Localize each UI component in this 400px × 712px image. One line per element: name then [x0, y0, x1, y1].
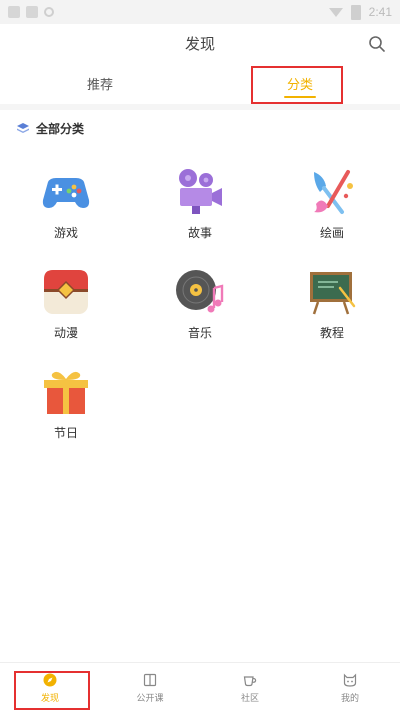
- nav-mine[interactable]: 我的: [300, 663, 400, 712]
- category-festival[interactable]: 节日: [16, 366, 116, 441]
- category-label: 绘画: [319, 226, 344, 240]
- film-camera-icon: [179, 169, 222, 214]
- category-label: 节日: [53, 426, 78, 440]
- paint-brush-icon: [314, 170, 353, 214]
- gamepad-icon: [42, 178, 90, 208]
- nav-label: 公开课: [136, 693, 164, 704]
- book-icon: [143, 673, 157, 686]
- highlight-box-tab: [251, 66, 343, 104]
- search-icon[interactable]: [368, 35, 386, 53]
- vinyl-record-icon: [176, 270, 224, 313]
- category-music[interactable]: 音乐: [150, 266, 250, 341]
- pokeball-icon: [44, 270, 88, 314]
- notification-icon: [8, 6, 20, 18]
- category-label: 游戏: [53, 226, 78, 240]
- category-anime[interactable]: 动漫: [16, 266, 116, 341]
- coffee-cup-icon: [243, 675, 257, 686]
- layers-icon: [17, 122, 29, 133]
- highlight-box-nav: [14, 671, 90, 710]
- section-title: 全部分类: [36, 122, 85, 136]
- nav-label: 我的: [340, 693, 359, 704]
- category-label: 故事: [187, 226, 212, 240]
- status-right-icons: 2:41: [328, 4, 400, 20]
- category-story[interactable]: 故事: [150, 166, 250, 241]
- category-label: 动漫: [53, 326, 78, 340]
- status-bar: 2:41: [0, 0, 400, 24]
- category-painting[interactable]: 绘画: [282, 166, 382, 241]
- battery-icon: [350, 4, 361, 20]
- status-time: 2:41: [368, 5, 392, 19]
- category-game[interactable]: 游戏: [16, 166, 116, 241]
- wifi-icon: [328, 7, 343, 17]
- nav-label: 社区: [240, 693, 259, 704]
- sync-icon: [44, 7, 54, 17]
- status-left-icons: [0, 6, 54, 18]
- category-label: 音乐: [187, 326, 212, 340]
- category-label: 教程: [319, 326, 344, 340]
- app-notification-icon: [26, 6, 38, 18]
- gift-icon: [44, 371, 88, 414]
- tab-recommend-label: 推荐: [86, 77, 113, 93]
- nav-community[interactable]: 社区: [200, 663, 300, 712]
- chalkboard-icon: [310, 272, 356, 315]
- section-header: 全部分类: [16, 120, 84, 137]
- category-tutorial[interactable]: 教程: [282, 266, 382, 341]
- header: 发现: [0, 24, 400, 62]
- nav-open-class[interactable]: 公开课: [100, 663, 200, 712]
- tab-recommend[interactable]: 推荐: [0, 62, 200, 104]
- cat-face-icon: [343, 673, 357, 687]
- page-title: 发现: [184, 34, 215, 53]
